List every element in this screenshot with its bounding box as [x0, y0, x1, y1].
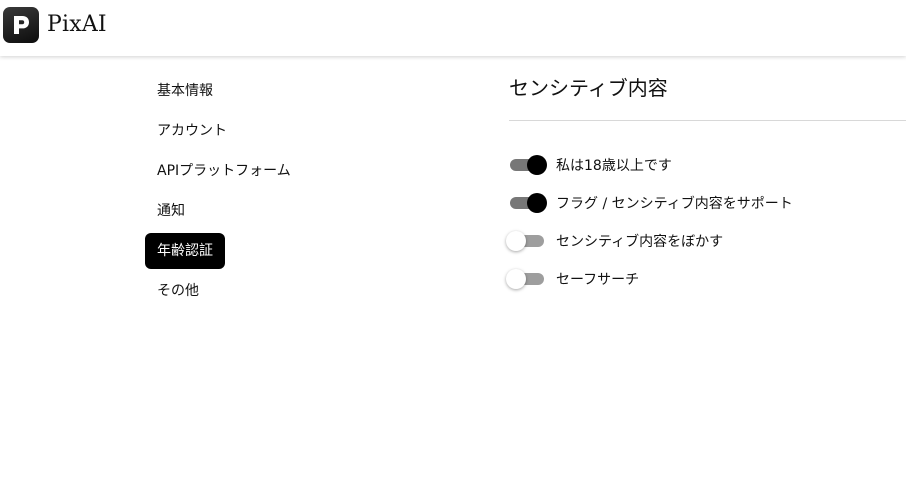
app-name[interactable]: PixAI [47, 11, 107, 39]
age-confirm-switch[interactable] [509, 155, 547, 175]
switch-thumb [527, 193, 547, 213]
flag-support-switch[interactable] [509, 193, 547, 213]
safe-search-label: セーフサーチ [556, 272, 640, 288]
blur-sensitive-label: センシティブ内容をぼかす [556, 234, 724, 250]
toggle-row-blur-sensitive: センシティブ内容をぼかす [506, 222, 793, 260]
sidebar-item-other[interactable]: その他 [145, 273, 211, 309]
logo-p-glyph-icon [14, 16, 29, 34]
blur-sensitive-switch[interactable] [506, 231, 545, 251]
app-header: PixAI [0, 0, 906, 56]
toggle-row-age-confirm: 私は18歳以上です [509, 146, 793, 184]
settings-content: センシティブ内容 私は18歳以上です フラグ / センシティブ内容をサポート セ… [506, 73, 906, 289]
safe-search-switch[interactable] [506, 269, 545, 289]
age-confirm-label: 私は18歳以上です [556, 158, 672, 174]
toggle-row-safe-search: セーフサーチ [506, 260, 793, 298]
settings-sidebar: 基本情報 アカウント APIプラットフォーム 通知 年齢認証 その他 [145, 73, 345, 313]
flag-support-label: フラグ / センシティブ内容をサポート [556, 196, 793, 212]
switch-thumb [506, 231, 526, 251]
switch-thumb [527, 155, 547, 175]
section-title: センシティブ内容 [509, 76, 668, 100]
switch-thumb [506, 269, 526, 289]
sidebar-item-basic-info[interactable]: 基本情報 [145, 73, 225, 109]
sidebar-item-notifications[interactable]: 通知 [145, 193, 197, 229]
toggle-list: 私は18歳以上です フラグ / センシティブ内容をサポート センシティブ内容をぼ… [506, 146, 793, 298]
pixai-logo-icon[interactable] [3, 7, 39, 43]
sidebar-item-api-platform[interactable]: APIプラットフォーム [145, 153, 303, 189]
sidebar-item-account[interactable]: アカウント [145, 113, 239, 149]
section-divider [509, 120, 906, 121]
toggle-row-flag-support: フラグ / センシティブ内容をサポート [509, 184, 793, 222]
sidebar-item-age-verification[interactable]: 年齢認証 [145, 233, 225, 269]
